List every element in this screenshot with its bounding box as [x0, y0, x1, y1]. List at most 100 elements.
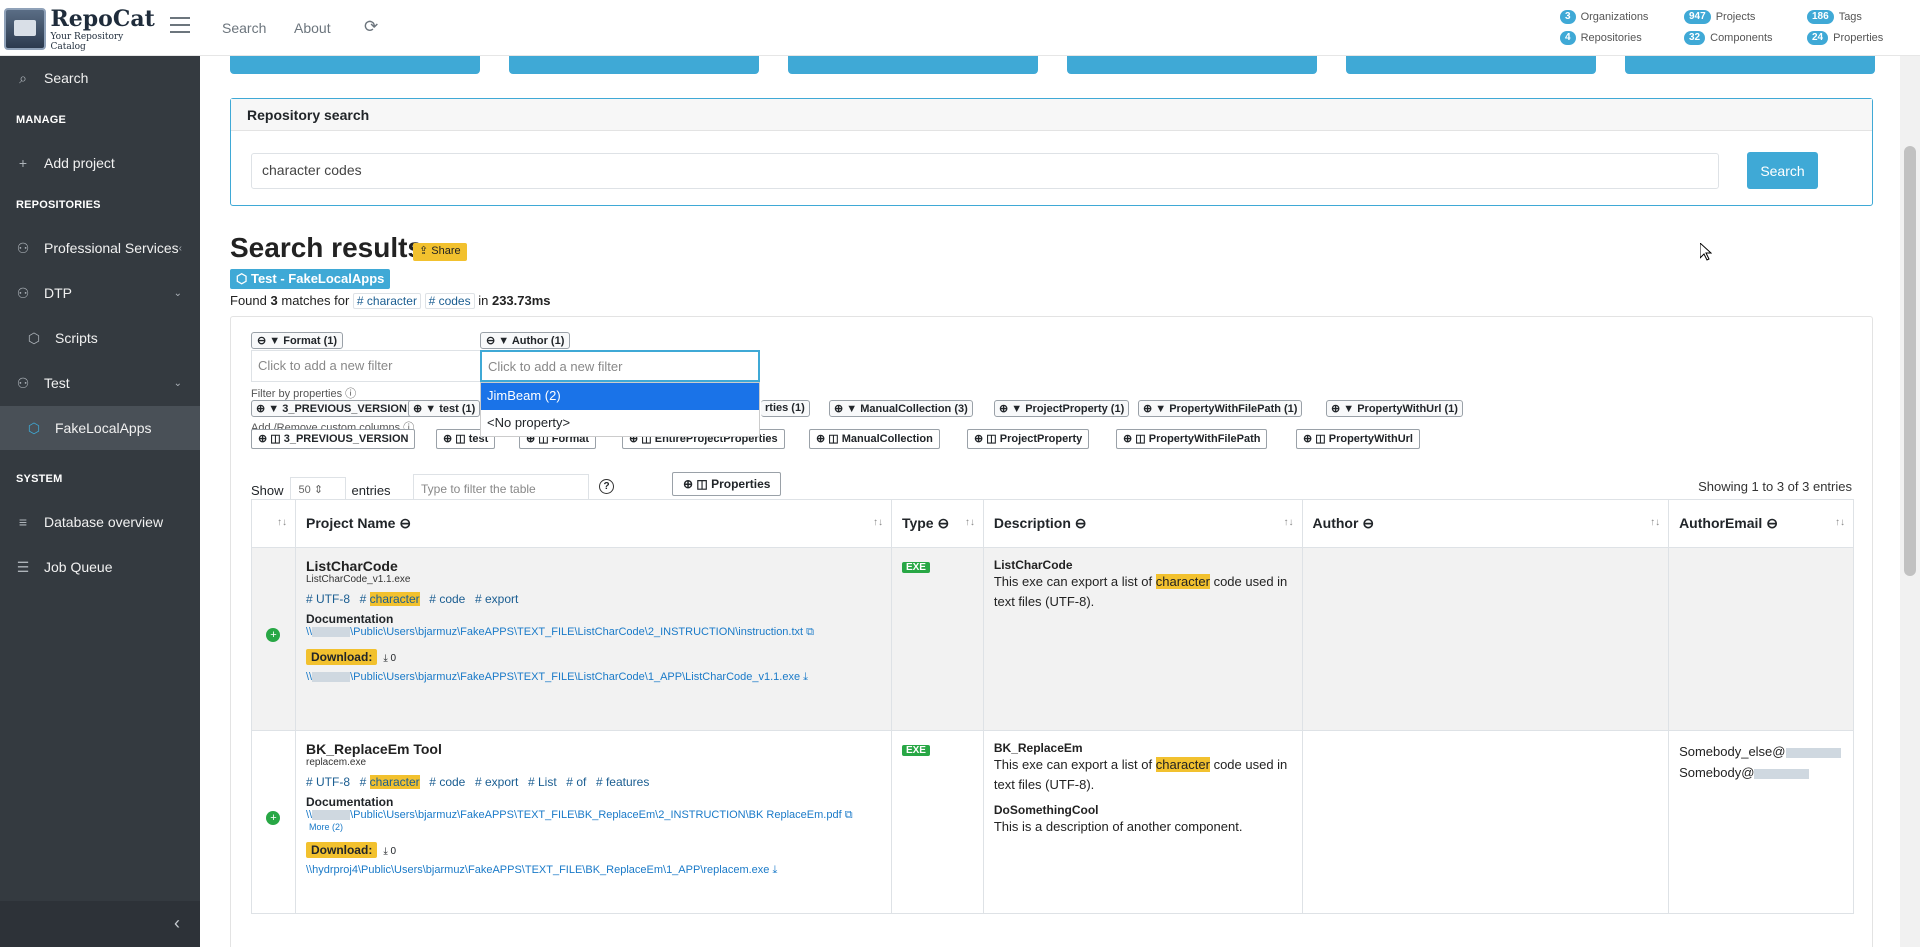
search-button[interactable]: Search — [1747, 152, 1818, 189]
custom-column-toggle[interactable]: ⊕ ◫ PropertyWithUrl — [1296, 429, 1420, 449]
sidebar-item-professional-services[interactable]: ⚇ Professional Services ‹ — [0, 226, 200, 270]
sidebar-item-scripts[interactable]: ⬡ Scripts — [0, 316, 200, 360]
summary-box[interactable] — [1067, 56, 1317, 74]
tag-chip[interactable]: # code — [429, 775, 465, 789]
tag-chip[interactable]: # export — [475, 592, 518, 606]
properties-button[interactable]: ⊕ ◫ Properties — [672, 472, 782, 496]
summary-box[interactable] — [230, 56, 480, 74]
custom-column-toggle[interactable]: ⊕ ◫ ProjectProperty — [967, 429, 1090, 449]
sidebar-item-database-overview[interactable]: ≡ Database overview — [0, 500, 200, 544]
component-title: DoSomethingCool — [993, 803, 1099, 817]
type-badge: EXE — [901, 562, 930, 573]
stat-components[interactable]: 32 Components — [1684, 31, 1773, 45]
filter-badge-author[interactable]: ⊖ ▼ Author (1) — [480, 332, 571, 349]
column-header-type[interactable]: Type ⊖ ↑↓ — [890, 499, 984, 548]
column-header-author-email[interactable]: AuthorEmail ⊖ ↑↓ — [1668, 499, 1854, 548]
sidebar-item-test[interactable]: ⚇ Test ⌄ — [0, 361, 200, 405]
property-filter-badge[interactable]: ⊕ ▼ PropertyWithFilePath (1) — [1138, 400, 1303, 417]
results-table: ↑↓ Project Name ⊖ ↑↓ Type ⊖ ↑↓ Description… — [251, 499, 1854, 914]
tag-chip[interactable]: # of — [566, 775, 586, 789]
documentation-link[interactable]: \\ \Public\Users\bjarmuz\FakeAPPS\TEXT_FI… — [306, 626, 881, 639]
download-button[interactable]: Download: — [305, 842, 378, 858]
sidebar-header-repositories: REPOSITORIES — [16, 199, 101, 211]
property-filter-badge[interactable]: ⊕ ▼ ManualCollection (3) — [829, 400, 973, 417]
tag-chip[interactable]: # export — [475, 775, 518, 789]
property-filter-badge[interactable]: rties (1) — [761, 400, 810, 417]
sidebar-item-dtp[interactable]: ⚇ DTP ⌄ — [0, 271, 200, 315]
share-button[interactable]: ⇪ Share — [413, 243, 467, 261]
expand-column-header[interactable]: ↑↓ — [251, 499, 296, 548]
help-icon[interactable]: ? — [599, 479, 614, 494]
search-term-chip[interactable]: # codes — [424, 293, 475, 309]
app-download-link[interactable]: \\ \Public\Users\bjarmuz\FakeAPPS\TEXT_FI… — [306, 671, 881, 684]
documentation-label: Documentation — [305, 795, 394, 809]
sort-icon: ↑↓ — [1835, 517, 1845, 528]
tag-chip[interactable]: # character — [360, 775, 420, 789]
documentation-label: Documentation — [305, 612, 394, 626]
property-filter-badge[interactable]: ⊕ ▼ ProjectProperty (1) — [994, 400, 1130, 417]
filter-badge-format[interactable]: ⊖ ▼ Format (1) — [251, 332, 344, 349]
expand-row-icon[interactable]: + — [266, 628, 281, 642]
sidebar-item-job-queue[interactable]: ☰ Job Queue — [0, 545, 200, 589]
column-header-project-name[interactable]: Project Name ⊖ ↑↓ — [294, 499, 892, 548]
project-name[interactable]: BK_ReplaceEm Tool — [306, 741, 881, 757]
filter-icon: ▼ — [269, 335, 284, 347]
collapse-sidebar-icon[interactable]: ‹ — [174, 913, 180, 934]
hamburger-menu-icon[interactable] — [170, 17, 190, 33]
table-filter-input[interactable]: Type to filter the table — [413, 474, 589, 502]
nav-about-link[interactable]: About — [294, 20, 331, 36]
dropdown-option[interactable]: JimBeam (2) — [481, 383, 759, 410]
column-header-description[interactable]: Description ⊖ ↑↓ — [982, 499, 1303, 548]
dropdown-option[interactable]: <No property> — [481, 410, 759, 437]
sidebar-footer: ‹ — [0, 901, 200, 947]
stat-repositories[interactable]: 4 Repositories — [1560, 31, 1642, 45]
tag-chip[interactable]: # UTF-8 — [306, 775, 350, 789]
download-count: ⤓ 0 — [383, 653, 397, 664]
download-button[interactable]: Download: — [305, 649, 378, 665]
download-icon: ⤓ — [803, 671, 809, 683]
tag-chip[interactable]: # UTF-8 — [306, 592, 350, 606]
repository-badge[interactable]: ⬡ Test - FakeLocalApps — [230, 269, 391, 289]
author-email-cell — [1668, 547, 1854, 731]
summary-box[interactable] — [1346, 56, 1596, 74]
summary-box[interactable] — [1625, 56, 1875, 74]
custom-column-toggle[interactable]: ⊕ ◫ ManualCollection — [809, 429, 940, 449]
scrollbar-thumb[interactable] — [1904, 146, 1916, 576]
property-filter-badge[interactable]: ⊕ ▼ test (1) — [408, 400, 481, 417]
database-icon: ≡ — [18, 514, 28, 530]
summary-box[interactable] — [788, 56, 1038, 74]
author-email: Somebody@ — [1679, 762, 1843, 783]
sidebar-item-fakelocalapps[interactable]: ⬡ FakeLocalApps — [0, 406, 200, 450]
author-cell — [1301, 730, 1670, 914]
documentation-link[interactable]: \\ \Public\Users\bjarmuz\FakeAPPS\TEXT_FI… — [306, 809, 881, 822]
summary-box[interactable] — [509, 56, 759, 74]
column-header-author[interactable]: Author ⊖ ↑↓ — [1301, 499, 1670, 548]
refresh-icon[interactable]: ⟳ — [364, 17, 378, 37]
stat-projects[interactable]: 947 Projects — [1684, 10, 1755, 24]
property-filter-badge[interactable]: ⊕ ▼ 3_PREVIOUS_VERSION (3) — [251, 400, 429, 417]
tag-chip[interactable]: # code — [429, 592, 465, 606]
author-filter-input[interactable]: Click to add a new filter — [480, 350, 760, 382]
page-scrollbar[interactable] — [1900, 56, 1920, 947]
tag-chip[interactable]: # features — [596, 775, 649, 789]
search-input[interactable]: character codes — [251, 153, 1719, 189]
tag-chip[interactable]: # character — [360, 592, 420, 606]
custom-column-toggle[interactable]: ⊕ ◫ PropertyWithFilePath — [1116, 429, 1268, 449]
sidebar-item-search[interactable]: ⌕ Search — [0, 56, 200, 100]
tag-chip[interactable]: # List — [528, 775, 557, 789]
results-card: ⊖ ▼ Format (1) ⊖ ▼ Author (1) Click to a… — [230, 316, 1873, 947]
more-link[interactable]: More (2) — [309, 822, 881, 832]
sidebar-item-add-project[interactable]: + Add project — [0, 141, 200, 185]
nav-search-link[interactable]: Search — [222, 20, 266, 36]
property-filter-badge[interactable]: ⊕ ▼ PropertyWithUrl (1) — [1326, 400, 1463, 417]
custom-column-toggle[interactable]: ⊕ ◫ 3_PREVIOUS_VERSION — [251, 429, 416, 449]
search-term-chip[interactable]: # character — [352, 293, 421, 309]
project-name[interactable]: ListCharCode — [306, 558, 881, 574]
project-file: ListCharCode_v1.1.exe — [305, 574, 411, 585]
stat-properties[interactable]: 24 Properties — [1807, 31, 1883, 45]
stat-organizations[interactable]: 3 Organizations — [1560, 10, 1648, 24]
brand[interactable]: RepoCat Your Repository Catalog — [4, 6, 160, 52]
app-download-link[interactable]: \\hydrproj4\Public\Users\bjarmuz\FakeAPP… — [306, 864, 881, 877]
expand-row-icon[interactable]: + — [266, 811, 281, 825]
stat-tags[interactable]: 186 Tags — [1807, 10, 1862, 24]
